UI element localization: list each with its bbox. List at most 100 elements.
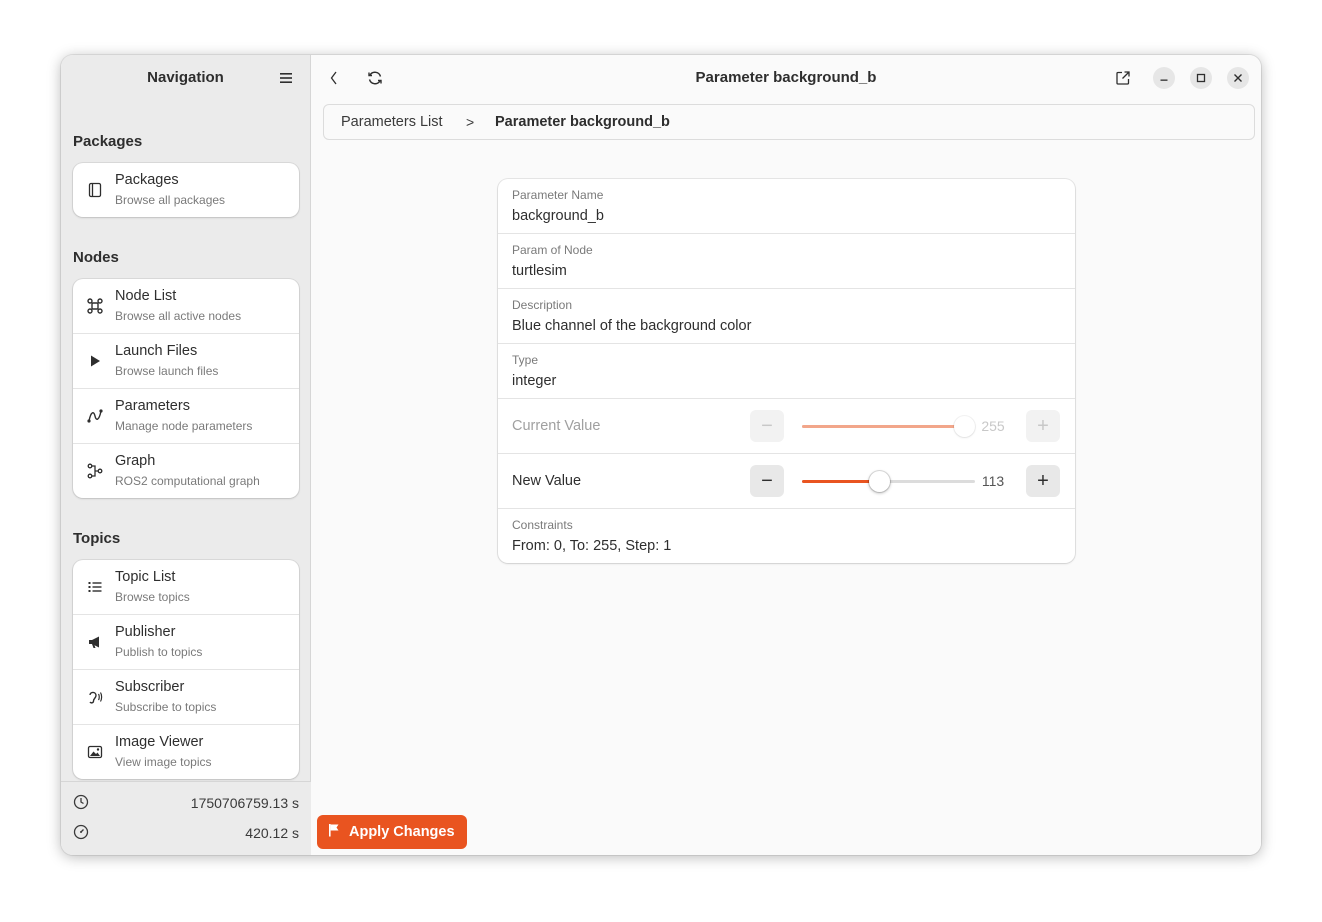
sidebar-item-subtitle: Publish to topics [115, 645, 203, 659]
new-value-row: New Value − 113 + [498, 453, 1075, 508]
new-value-number: 113 [981, 473, 1005, 489]
section-title-topics: Topics [73, 530, 121, 547]
type-value: integer [512, 373, 557, 389]
sidebar-item-label: Topic List [115, 569, 176, 585]
sidebar-item-label: Node List [115, 288, 177, 304]
breadcrumb: Parameters List > Parameter background_b [323, 104, 1255, 140]
book-icon [86, 181, 104, 199]
sidebar-item-node-list[interactable]: Node List Browse all active nodes [73, 279, 299, 333]
sidebar-footer: 1750706759.13 s 420.12 s [61, 781, 311, 855]
current-value-row: Current Value − 255 + [498, 398, 1075, 453]
sidebar-item-graph[interactable]: Graph ROS2 computational graph [73, 443, 299, 498]
sidebar-item-label: Packages [115, 172, 179, 188]
close-button[interactable] [1227, 67, 1249, 89]
curve-icon [86, 407, 104, 425]
flag-icon [327, 823, 341, 841]
minimize-button[interactable] [1153, 67, 1175, 89]
main-content: Parameter background_b Parameters List >… [311, 55, 1261, 855]
sidebar-item-subtitle: Subscribe to topics [115, 700, 217, 714]
current-value-knob [954, 416, 975, 437]
sidebar-item-subscriber[interactable]: Subscriber Subscribe to topics [73, 669, 299, 724]
increment-button[interactable]: + [1026, 465, 1060, 497]
current-value-number: 255 [981, 418, 1005, 434]
sidebar-item-parameters[interactable]: Parameters Manage node parameters [73, 388, 299, 443]
parameter-card: Parameter Name background_b Param of Nod… [498, 179, 1075, 563]
section-title-packages: Packages [73, 133, 143, 150]
constraints-label: Constraints [512, 518, 573, 532]
sidebar-item-publisher[interactable]: Publisher Publish to topics [73, 614, 299, 669]
sidebar-item-packages[interactable]: Packages Browse all packages [73, 163, 299, 217]
uptime-value: 420.12 s [245, 825, 299, 841]
sidebar-item-label: Publisher [115, 624, 176, 640]
sidebar-item-label: Graph [115, 453, 156, 469]
description-label: Description [512, 298, 573, 312]
header-bar: Parameter background_b [311, 55, 1261, 101]
sidebar-item-subtitle: Browse all active nodes [115, 309, 242, 323]
apply-changes-label: Apply Changes [349, 824, 455, 840]
decrement-button[interactable]: − [750, 465, 784, 497]
current-decrement-button: − [750, 410, 784, 442]
new-value-knob[interactable] [869, 471, 891, 492]
ear-icon [86, 688, 104, 706]
breadcrumb-item-current: Parameter background_b [495, 114, 670, 130]
timer-icon [73, 824, 89, 840]
sidebar-item-subtitle: Manage node parameters [115, 419, 253, 433]
breadcrumb-item-parameters-list[interactable]: Parameters List [341, 114, 443, 130]
type-label: Type [512, 353, 539, 367]
param-node-value: turtlesim [512, 263, 567, 279]
parameter-name-value: background_b [512, 208, 604, 224]
breadcrumb-separator: > [466, 114, 475, 130]
nodes-icon [86, 297, 104, 315]
sidebar-header: Navigation [61, 55, 310, 101]
new-value-label: New Value [512, 473, 582, 489]
sidebar-item-subtitle: Browse launch files [115, 364, 219, 378]
current-value-label: Current Value [512, 418, 601, 434]
sidebar-item-launch-files[interactable]: Launch Files Browse launch files [73, 333, 299, 388]
app-window: Navigation Packages Packages Browse all … [61, 55, 1261, 855]
parameter-name-row: Parameter Name background_b [498, 179, 1075, 233]
description-row: Description Blue channel of the backgrou… [498, 288, 1075, 343]
current-increment-button: + [1026, 410, 1060, 442]
constraints-row: Constraints From: 0, To: 255, Step: 1 [498, 508, 1075, 563]
packages-card: Packages Browse all packages [73, 163, 299, 217]
current-value-slider [802, 416, 975, 437]
new-value-slider[interactable] [802, 471, 975, 492]
sidebar-item-subtitle: Browse all packages [115, 193, 226, 207]
param-node-label: Param of Node [512, 243, 593, 257]
apply-changes-button[interactable]: Apply Changes [317, 815, 467, 849]
sidebar-item-subtitle: Browse topics [115, 590, 190, 604]
open-external-icon[interactable] [1111, 66, 1135, 90]
hamburger-menu-icon[interactable] [276, 68, 296, 88]
sidebar-item-subtitle: View image topics [115, 755, 212, 769]
current-value-fill [802, 425, 965, 428]
new-value-fill [802, 480, 880, 483]
sidebar-item-label: Launch Files [115, 343, 198, 359]
sidebar-item-image-viewer[interactable]: Image Viewer View image topics [73, 724, 299, 779]
clock-value: 1750706759.13 s [190, 795, 299, 811]
sidebar-item-topic-list[interactable]: Topic List Browse topics [73, 560, 299, 614]
sidebar-item-label: Subscriber [115, 679, 185, 695]
sidebar-item-label: Parameters [115, 398, 190, 414]
clock-icon [73, 794, 89, 810]
play-icon [86, 352, 104, 370]
uptime-row: 420.12 s [61, 818, 311, 848]
description-value: Blue channel of the background color [512, 318, 752, 334]
nodes-card: Node List Browse all active nodes Launch… [73, 279, 299, 498]
graph-icon [86, 462, 104, 480]
topics-card: Topic List Browse topics Publisher Publi… [73, 560, 299, 779]
sidebar-item-label: Image Viewer [115, 734, 204, 750]
constraints-value: From: 0, To: 255, Step: 1 [512, 538, 672, 554]
sidebar-title: Navigation [147, 69, 224, 86]
maximize-button[interactable] [1190, 67, 1212, 89]
megaphone-icon [86, 633, 104, 651]
section-title-nodes: Nodes [73, 249, 119, 266]
list-icon [86, 578, 104, 596]
sidebar-scroll-area[interactable]: Packages Packages Browse all packages No… [61, 101, 311, 781]
sidebar-item-subtitle: ROS2 computational graph [115, 474, 260, 488]
clock-row: 1750706759.13 s [61, 788, 311, 818]
param-node-row: Param of Node turtlesim [498, 233, 1075, 288]
type-row: Type integer [498, 343, 1075, 398]
sidebar: Navigation Packages Packages Browse all … [61, 55, 311, 855]
image-icon [86, 743, 104, 761]
parameter-name-label: Parameter Name [512, 188, 604, 202]
